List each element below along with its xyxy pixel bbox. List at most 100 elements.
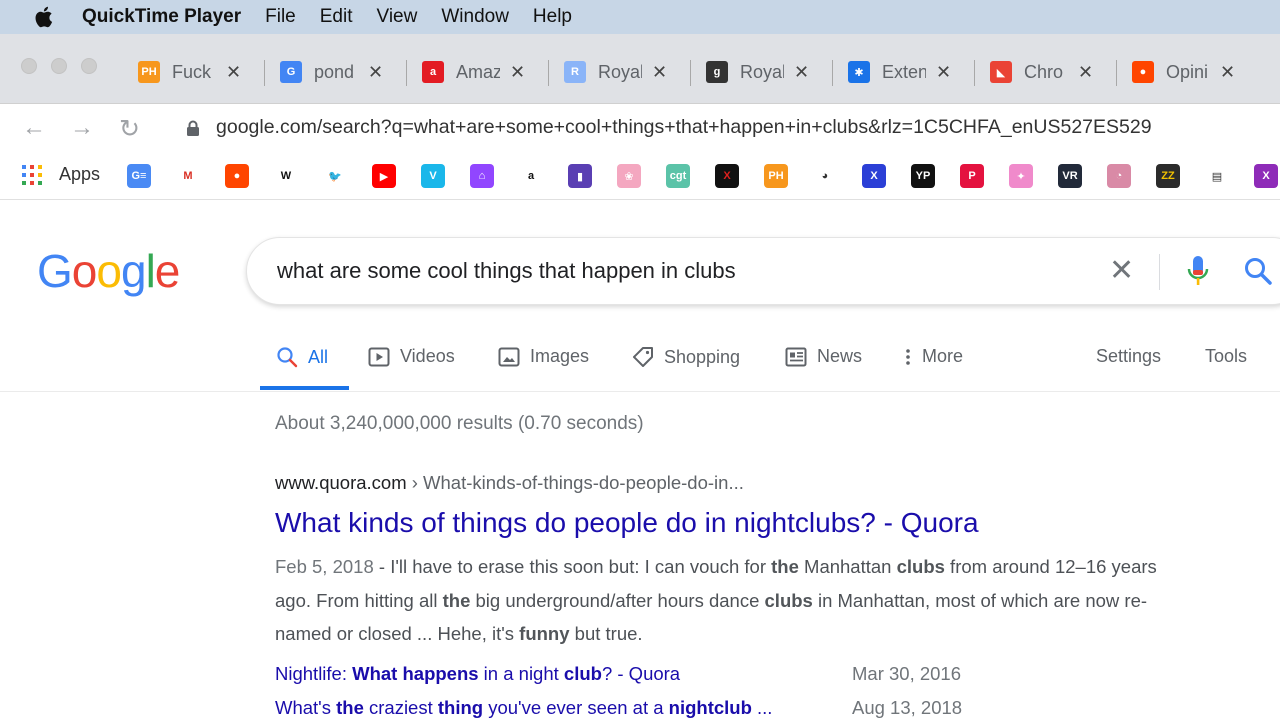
close-tab-icon[interactable]: ✕ (226, 62, 241, 83)
google-logo[interactable]: Google (37, 244, 180, 298)
close-tab-icon[interactable]: ✕ (652, 62, 667, 83)
tab-shopping[interactable]: Shopping (632, 346, 740, 368)
pink-bookmark-icon[interactable]: ❀ (617, 164, 641, 188)
menu-file[interactable]: File (265, 6, 296, 28)
back-arrow-icon[interactable]: ← (22, 114, 46, 142)
apps-label: Apps (59, 164, 101, 184)
youtube-bookmark-icon[interactable]: ▶ (372, 164, 396, 188)
close-tab-icon[interactable]: ✕ (510, 62, 525, 83)
tab-images[interactable]: Images (498, 346, 589, 367)
close-tab-icon[interactable]: ✕ (1220, 62, 1235, 83)
reddit-bookmark-icon[interactable]: ● (225, 164, 249, 188)
lock-icon[interactable] (186, 120, 200, 136)
result-snippet: Feb 5, 2018 - I'll have to erase this so… (275, 550, 1175, 651)
highlighted-term: What happens (352, 663, 479, 684)
related-link-1[interactable]: Nightlife: What happens in a night club?… (275, 663, 680, 685)
apps-bookmark[interactable]: Apps (22, 164, 100, 185)
apple-icon[interactable] (32, 5, 54, 29)
menu-view[interactable]: View (377, 6, 418, 28)
app-name-menu[interactable]: QuickTime Player (82, 6, 241, 28)
highlighted-term: thing (437, 697, 484, 718)
shop-bookmark-icon[interactable]: ▮ (568, 164, 592, 188)
browser-tab[interactable]: PH Fuck ✕ (138, 52, 241, 92)
search-box[interactable]: what are some cool things that happen in… (246, 237, 1280, 305)
microphone-icon[interactable] (1187, 254, 1209, 288)
bookmarks-bar: Apps G≡ M ● W 🐦 ▶ V ⌂ a ▮ ❀ cgt X PH ◕ X YP P ✦ VR ◔ ZZ ▤ X (0, 152, 1280, 200)
x-blue-bookmark-icon[interactable]: X (862, 164, 886, 188)
vr-bookmark-icon[interactable]: VR (1058, 164, 1082, 188)
search-icon (276, 346, 298, 368)
browser-tab[interactable]: ✱ Exten ✕ (848, 52, 951, 92)
browser-tab[interactable]: g Royal ✕ (706, 52, 809, 92)
royal-favicon-icon: R (564, 61, 586, 83)
face-bookmark-icon[interactable]: ◔ (1107, 164, 1131, 188)
text-fragment: craziest (363, 697, 438, 718)
logo-letter: G (37, 245, 73, 297)
zz-bookmark-icon[interactable]: ZZ (1156, 164, 1180, 188)
tab-videos[interactable]: Videos (368, 346, 455, 367)
twitter-bookmark-icon[interactable]: 🐦 (323, 164, 347, 188)
x-red-bookmark-icon[interactable]: X (715, 164, 739, 188)
gsuite-bookmark-icon[interactable]: G≡ (127, 164, 151, 188)
close-tab-icon[interactable]: ✕ (794, 62, 809, 83)
text-fragment: in a night (478, 663, 564, 684)
tools-link[interactable]: Tools (1205, 346, 1247, 367)
search-submit-icon[interactable] (1243, 256, 1273, 286)
panda-bookmark-icon[interactable]: ◕ (813, 164, 837, 188)
window-minimize-button[interactable] (51, 58, 67, 74)
unicorn-bookmark-icon[interactable]: ✦ (1009, 164, 1033, 188)
address-bar[interactable]: google.com/search?q=what+are+some+cool+t… (216, 116, 1152, 139)
menu-window[interactable]: Window (441, 6, 509, 28)
result-cite-path: › What-kinds-of-things-do-people-do-in..… (406, 472, 744, 493)
tag-icon (632, 346, 654, 368)
settings-link[interactable]: Settings (1096, 346, 1161, 367)
related-link-2[interactable]: What's the craziest thing you've ever se… (275, 697, 772, 719)
forward-arrow-icon[interactable]: → (70, 114, 94, 142)
amaz-favicon-icon: a (422, 61, 444, 83)
menu-help[interactable]: Help (533, 6, 572, 28)
window-zoom-button[interactable] (81, 58, 97, 74)
yp-bookmark-icon[interactable]: YP (911, 164, 935, 188)
vimeo-bookmark-icon[interactable]: V (421, 164, 445, 188)
window-close-button[interactable] (21, 58, 37, 74)
reload-icon[interactable]: ↻ (119, 114, 140, 144)
tab-news[interactable]: News (785, 346, 862, 367)
tab-all[interactable]: All (276, 346, 328, 368)
text-fragment: big underground/after hours dance (470, 589, 765, 611)
browser-tab[interactable]: ◣ Chro ✕ (990, 52, 1093, 92)
twitch-bookmark-icon[interactable]: ⌂ (470, 164, 494, 188)
tab-all-label: All (308, 346, 329, 367)
amazon-bookmark-icon[interactable]: a (519, 164, 543, 188)
result-title-link[interactable]: What kinds of things do people do in nig… (275, 507, 979, 539)
tab-shopping-label: Shopping (664, 346, 741, 367)
mac-menu-bar: QuickTime Player File Edit View Window H… (0, 0, 1280, 34)
clear-search-icon[interactable]: ✕ (1109, 256, 1134, 286)
search-query-text[interactable]: what are some cool things that happen in… (277, 258, 736, 284)
p-bookmark-icon[interactable]: P (960, 164, 984, 188)
bus-bookmark-icon[interactable]: ▤ (1205, 164, 1229, 188)
result-cite[interactable]: www.quora.com › What-kinds-of-things-do-… (275, 472, 744, 494)
browser-toolbar: ← → ↻ google.com/search?q=what+are+some+… (0, 104, 1280, 152)
menu-edit[interactable]: Edit (320, 6, 353, 28)
x-purple-bookmark-icon[interactable]: X (1254, 164, 1278, 188)
close-tab-icon[interactable]: ✕ (1078, 62, 1093, 83)
browser-tab-label: Chro (1024, 61, 1064, 82)
highlighted-term: funny (519, 623, 570, 644)
browser-tab[interactable]: ● Opini ✕ (1132, 52, 1235, 92)
close-tab-icon[interactable]: ✕ (368, 62, 383, 83)
browser-tab[interactable]: R Royal ✕ (564, 52, 667, 92)
close-tab-icon[interactable]: ✕ (936, 62, 951, 83)
browser-tab[interactable]: a Amaz ✕ (422, 52, 525, 92)
wikipedia-bookmark-icon[interactable]: W (274, 164, 298, 188)
result-date: Feb 5, 2018 (275, 556, 374, 577)
gmail-bookmark-icon[interactable]: M (176, 164, 200, 188)
tab-more[interactable]: More (904, 346, 963, 367)
text-fragment: What's (275, 697, 337, 718)
cgt-bookmark-icon[interactable]: cgt (666, 164, 690, 188)
browser-tab-label: Royal (598, 61, 642, 82)
result-stats: About 3,240,000,000 results (0.70 second… (275, 413, 644, 434)
browser-tab[interactable]: Gpond ✕ (280, 52, 383, 92)
related-date-2: Aug 13, 2018 (852, 697, 963, 718)
ph-bookmark-icon[interactable]: PH (764, 164, 788, 188)
text-fragment: Nightlife: (275, 663, 353, 684)
